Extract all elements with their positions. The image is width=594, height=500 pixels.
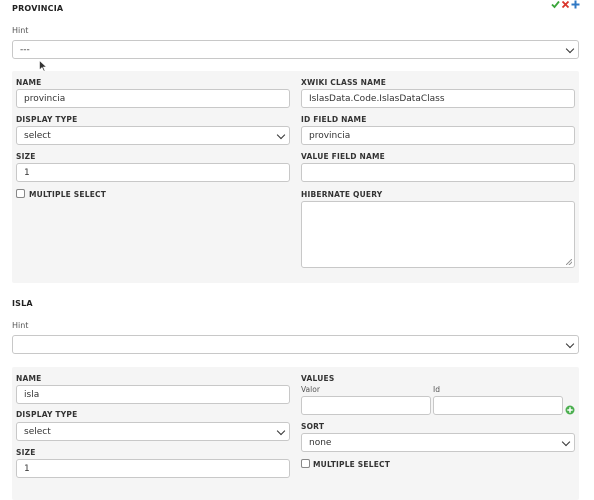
move-icon[interactable] — [571, 0, 580, 9]
values-label: VALUES — [301, 374, 335, 383]
value-field-input[interactable] — [301, 163, 575, 182]
hibernate-query-label: HIBERNATE QUERY — [301, 190, 383, 199]
name-input[interactable]: provincia — [16, 89, 290, 108]
size-input-value: 1 — [24, 167, 30, 178]
cursor-icon — [39, 59, 48, 72]
xwiki-class-value: IslasData.Code.IslasDataClass — [309, 93, 445, 104]
value-field-label: VALUE FIELD NAME — [301, 152, 385, 161]
valor-label: Valor — [301, 385, 320, 394]
id-field-value: provincia — [309, 130, 351, 141]
hint-select-value: --- — [20, 44, 30, 55]
chevron-down-icon — [565, 44, 575, 53]
chevron-down-icon — [561, 437, 571, 446]
name-input-value: provincia — [24, 93, 66, 104]
name-label: NAME — [16, 78, 42, 87]
sort-value: none — [309, 437, 332, 448]
sort-label: SORT — [301, 422, 325, 431]
display-type-select[interactable]: select — [16, 126, 290, 145]
xwiki-class-input[interactable]: IslasData.Code.IslasDataClass — [301, 89, 575, 108]
hint-select[interactable]: --- — [12, 40, 579, 59]
size-label: SIZE — [16, 152, 36, 161]
display-type-select[interactable]: select — [16, 422, 290, 441]
display-type-label: DISPLAY TYPE — [16, 410, 78, 419]
multiple-select-label: MULTIPLE SELECT — [313, 460, 391, 469]
size-input-value: 1 — [24, 463, 30, 474]
multiple-select-checkbox[interactable] — [16, 189, 25, 198]
xwiki-class-label: XWIKI CLASS NAME — [301, 78, 387, 87]
hint-label: Hint — [12, 26, 29, 35]
size-label: SIZE — [16, 448, 36, 457]
display-type-value: select — [24, 426, 51, 437]
name-input-value: isla — [24, 389, 40, 400]
check-icon[interactable] — [551, 0, 560, 9]
name-label: NAME — [16, 374, 42, 383]
chevron-down-icon — [565, 339, 575, 348]
valor-input[interactable] — [301, 396, 431, 415]
hibernate-query-textarea[interactable] — [301, 201, 575, 268]
hint-select[interactable] — [12, 335, 579, 354]
chevron-down-icon — [276, 130, 286, 139]
display-type-value: select — [24, 130, 51, 141]
add-value-icon[interactable] — [565, 405, 575, 415]
id-label: Id — [433, 385, 440, 394]
section-title-provincia: PROVINCIA — [12, 4, 64, 13]
multiple-select-checkbox[interactable] — [301, 459, 310, 468]
resize-handle-icon[interactable] — [566, 259, 572, 265]
section-title-isla: ISLA — [12, 299, 33, 308]
name-input[interactable]: isla — [16, 385, 290, 404]
display-type-label: DISPLAY TYPE — [16, 115, 78, 124]
size-input[interactable]: 1 — [16, 459, 290, 478]
id-field-input[interactable]: provincia — [301, 126, 575, 145]
delete-icon[interactable] — [561, 0, 570, 9]
chevron-down-icon — [276, 426, 286, 435]
id-input[interactable] — [433, 396, 563, 415]
sort-select[interactable]: none — [301, 433, 575, 452]
size-input[interactable]: 1 — [16, 163, 290, 182]
multiple-select-label: MULTIPLE SELECT — [29, 190, 107, 199]
id-field-label: ID FIELD NAME — [301, 115, 367, 124]
hint-label: Hint — [12, 321, 29, 330]
